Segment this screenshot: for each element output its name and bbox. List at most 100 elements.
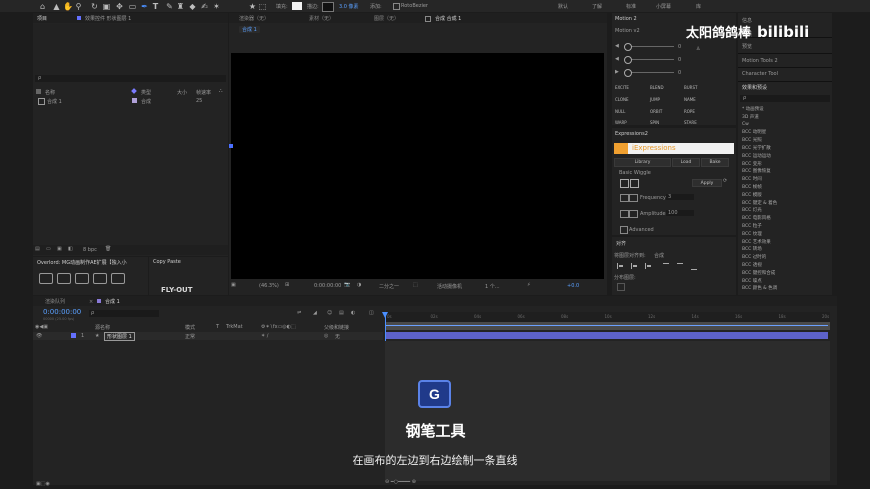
amplitude-play-icon[interactable] <box>620 210 629 218</box>
layer-switches[interactable]: ✶ ∕ <box>261 333 268 339</box>
align-hcenter-icon[interactable] <box>631 263 638 269</box>
tab-composition[interactable]: 合成 合成 1 <box>435 15 461 22</box>
effects-list-item[interactable]: Cw <box>742 122 749 127</box>
graph-editor-icon[interactable]: ◫ <box>369 310 374 316</box>
layer-row[interactable]: 👁 1 ★ 形状图层 1 正常 ✶ ∕ ◎ 无 <box>33 332 383 341</box>
tab-footage[interactable]: 素材（无） <box>309 15 334 22</box>
rectangle-tool-icon[interactable]: ▭ <box>128 2 137 11</box>
pan-behind-tool-icon[interactable]: ✥ <box>115 2 124 11</box>
work-area-bar[interactable] <box>385 322 830 330</box>
time-ruler[interactable]: 0s 02s 04s 06s 08s 10s 12s 14s 16s 18s 20s <box>385 312 830 322</box>
zoom-tool-icon[interactable]: ⚲ <box>74 2 83 11</box>
tab-expressions[interactable]: Expressions2 <box>615 131 648 137</box>
status-render-icon[interactable]: ▣⬚◉ <box>36 481 50 487</box>
comp-zoom[interactable]: (46.3%) <box>259 283 279 289</box>
tab-copy-paste[interactable]: Copy Paste <box>153 259 181 265</box>
overlord-icon-3[interactable] <box>75 273 89 284</box>
overlord-icon-2[interactable] <box>57 273 71 284</box>
tab-render-queue[interactable]: 渲染队列 <box>45 298 65 305</box>
draft-3d-icon[interactable]: ◢ <box>313 310 317 316</box>
tab-overlord[interactable]: Overlord: MG动画制作AE扩展【独入小 <box>37 259 127 266</box>
always-preview-icon[interactable]: ▣ <box>231 282 236 288</box>
tab-timeline-comp[interactable]: 合成 1 <box>105 298 120 305</box>
type-tool-icon[interactable]: T <box>151 2 160 11</box>
comp-timecode[interactable]: 0:00:00:00 <box>314 283 341 289</box>
column-fps[interactable]: 帧速率 <box>196 89 211 96</box>
comp-canvas[interactable] <box>231 53 604 279</box>
motion-clone-button[interactable]: CLONE <box>615 97 629 102</box>
advanced-label[interactable]: Advanced <box>629 227 654 233</box>
motion-slider-knob-3[interactable] <box>624 69 632 77</box>
workspace-default[interactable]: 默认 <box>558 3 568 10</box>
motion-slider-knob-1[interactable] <box>624 43 632 51</box>
visibility-eye-icon[interactable]: 👁 <box>36 333 42 339</box>
preview-section[interactable]: 预览 <box>742 43 752 50</box>
frame-blending-icon[interactable]: ▤ <box>339 310 344 316</box>
parent-pickwhip-icon[interactable]: ◎ <box>324 333 328 339</box>
effects-list-item[interactable]: BCC 时间 <box>742 176 762 182</box>
effects-list-item[interactable]: * 动画预设 <box>742 106 764 112</box>
column-source-name[interactable]: 源名称 <box>95 324 110 331</box>
layer-duration-bar[interactable] <box>385 332 828 339</box>
align-top-icon[interactable] <box>663 263 669 270</box>
roto-brush-tool-icon[interactable]: ✍ <box>200 2 209 11</box>
clone-stamp-tool-icon[interactable]: ♜ <box>176 2 185 11</box>
workspace-library[interactable]: 库 <box>696 3 701 10</box>
effects-list-item[interactable]: 3D 声道 <box>742 114 759 120</box>
brush-tool-icon[interactable]: ✎ <box>165 2 174 11</box>
effects-list-item[interactable]: BCC 转场 <box>742 246 762 252</box>
snap-icon[interactable]: ⬚ <box>258 2 267 11</box>
effects-list-item[interactable]: BCC 粒子 <box>742 223 762 229</box>
step-mid-icon[interactable]: ◀ <box>615 56 619 62</box>
column-name[interactable]: 名称 <box>45 89 55 96</box>
motion-stare-button[interactable]: STARE <box>684 120 697 125</box>
comp-tab-lock-icon[interactable] <box>425 16 431 22</box>
overlord-icon-5[interactable] <box>111 273 125 284</box>
column-t[interactable]: T <box>216 324 219 330</box>
learn-button[interactable]: 了解 <box>592 3 602 10</box>
effects-list-item[interactable]: BCC 噪点 <box>742 278 762 284</box>
effects-list-item[interactable]: BCC 灯光 <box>742 207 762 213</box>
effects-list-item[interactable]: BCC 透视 <box>742 262 762 268</box>
comp-breadcrumb[interactable]: 合成 1 <box>239 26 260 33</box>
trash-icon[interactable]: 🗑 <box>105 246 111 252</box>
color-settings-icon[interactable]: ◧ <box>68 246 73 252</box>
motion-blend-button[interactable]: BLEND <box>650 85 664 90</box>
bake-button[interactable]: Bake <box>701 158 729 167</box>
fill-swatch[interactable] <box>292 2 302 10</box>
frequency-play-icon[interactable] <box>620 194 629 202</box>
distribute-icon[interactable] <box>617 283 625 291</box>
layer-label-color[interactable] <box>71 333 76 338</box>
column-size[interactable]: 大小 <box>177 89 187 96</box>
effects-list-item[interactable]: BCC 运动运动 <box>742 153 771 159</box>
home-icon[interactable]: ⌂ <box>38 2 47 11</box>
effects-list-item[interactable]: BCC 帧帧 <box>742 184 762 190</box>
motion-slider-value-3[interactable]: 0 <box>678 70 681 76</box>
effects-list-item[interactable]: BCC 过时的 <box>742 254 766 260</box>
wiggle-graph-icon[interactable] <box>630 179 639 188</box>
motion2-version-dropdown[interactable]: Motion v2 <box>615 28 640 34</box>
advanced-toggle-icon[interactable] <box>620 226 628 234</box>
project-item-row[interactable]: 合成 1 合成 25 <box>33 97 228 105</box>
layer-parent[interactable]: 无 <box>335 333 340 340</box>
effects-list-item[interactable]: BCC 光照 <box>742 137 762 143</box>
snapshot-icon[interactable]: 📷 <box>344 282 350 288</box>
effects-search[interactable]: ρ <box>740 95 830 102</box>
selection-tool-icon[interactable]: ▲ <box>52 2 61 11</box>
workspace-small-screen[interactable]: 小屏幕 <box>656 3 671 10</box>
pen-anchor-point[interactable] <box>229 144 233 148</box>
comp-flowchart-icon[interactable]: ⇌ <box>297 310 301 316</box>
fast-previews-icon[interactable]: ⚡ <box>527 282 531 288</box>
effects-list-item[interactable]: BCC 模版 <box>742 192 762 198</box>
motion-rope-button[interactable]: ROPE <box>684 109 695 114</box>
tab-project[interactable]: 项目 <box>37 15 47 22</box>
stroke-swatch[interactable] <box>322 2 334 12</box>
new-comp-icon[interactable]: ▣ <box>57 246 62 252</box>
motion-spin-button[interactable]: SPIN <box>650 120 659 125</box>
library-button[interactable]: Library <box>614 158 671 167</box>
effects-presets-section[interactable]: 效果和预设 <box>742 84 767 91</box>
overlord-icon-4[interactable] <box>93 273 107 284</box>
effects-list-item[interactable]: BCC 图像恢复 <box>742 168 771 174</box>
motion-burst-button[interactable]: BURST <box>684 85 697 90</box>
motion-slider-value-2[interactable]: 0 <box>678 57 681 63</box>
